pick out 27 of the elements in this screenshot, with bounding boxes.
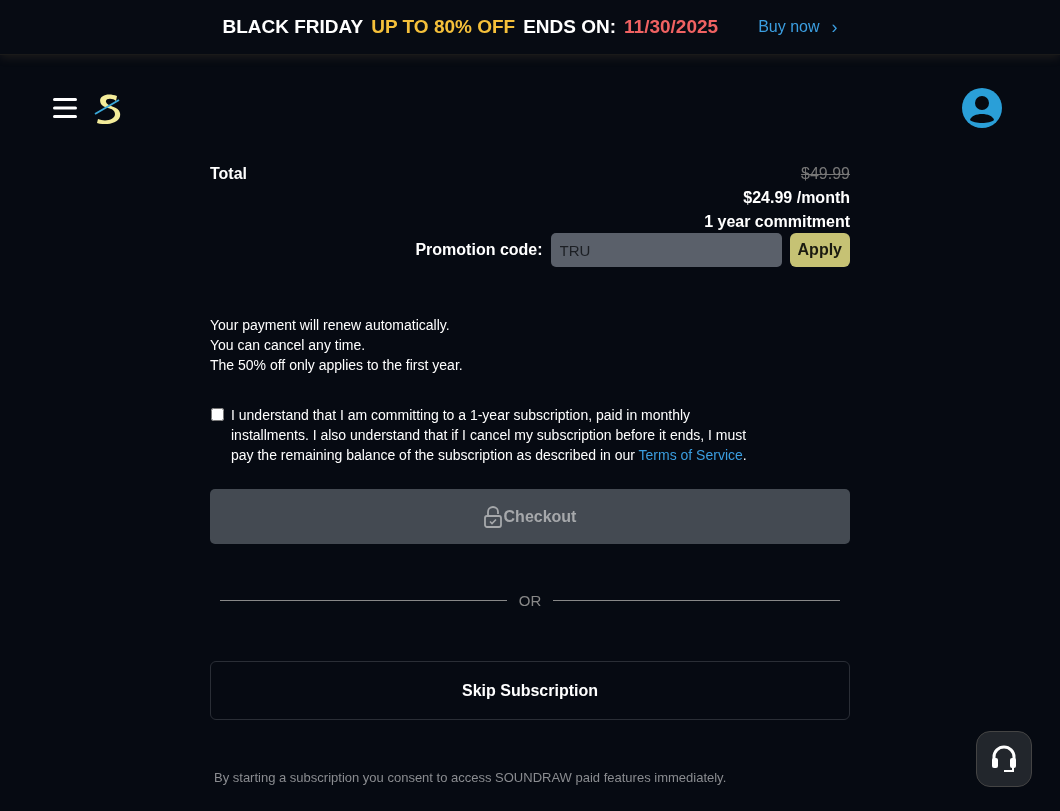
- support-button[interactable]: [976, 731, 1032, 787]
- promo-label: Promotion code:: [415, 241, 543, 259]
- consent-text: By starting a subscription you consent to access SOUNDRAW paid features immediately.: [214, 770, 728, 785]
- note-text: You can cancel any time.: [210, 336, 367, 355]
- agreement-text: I understand that I am committing to a 1-year subscription, paid in monthly installments. I also understand that if I cancel my subscription before it ends, I must pay the remaining balance of the subscription as described in our Terms of Service.: [231, 406, 748, 465]
- banner-ends-label: ENDS ON:: [523, 16, 617, 38]
- apply-button[interactable]: Apply: [789, 233, 850, 267]
- note-text: Your payment will renew automatically.: [210, 316, 451, 335]
- old-price: $49.99: [801, 165, 850, 183]
- headset-icon: [990, 744, 1018, 774]
- skip-subscription-button[interactable]: Skip Subscription: [210, 661, 850, 720]
- account-icon[interactable]: [962, 88, 1002, 128]
- note-text: The 50% off only applies to the first year.: [210, 356, 464, 375]
- total-label: Total: [210, 165, 248, 184]
- promo-code-field[interactable]: TRU: [550, 233, 782, 267]
- banner-date: 11/30/2025: [624, 16, 719, 38]
- buy-now-link[interactable]: Buy now ›: [758, 16, 838, 38]
- price: $24.99 /month: [743, 189, 850, 207]
- commitment-text: 1 year commitment: [704, 213, 850, 231]
- terms-link[interactable]: Terms of Service: [638, 447, 743, 463]
- menu-icon[interactable]: [53, 97, 77, 119]
- banner-offer: UP TO 80% OFF: [371, 16, 516, 38]
- agreement-checkbox[interactable]: [211, 408, 224, 421]
- or-text: OR: [518, 592, 542, 609]
- lock-icon: [483, 505, 502, 528]
- logo-icon[interactable]: [93, 92, 123, 124]
- banner-title: BLACK FRIDAY: [222, 16, 364, 38]
